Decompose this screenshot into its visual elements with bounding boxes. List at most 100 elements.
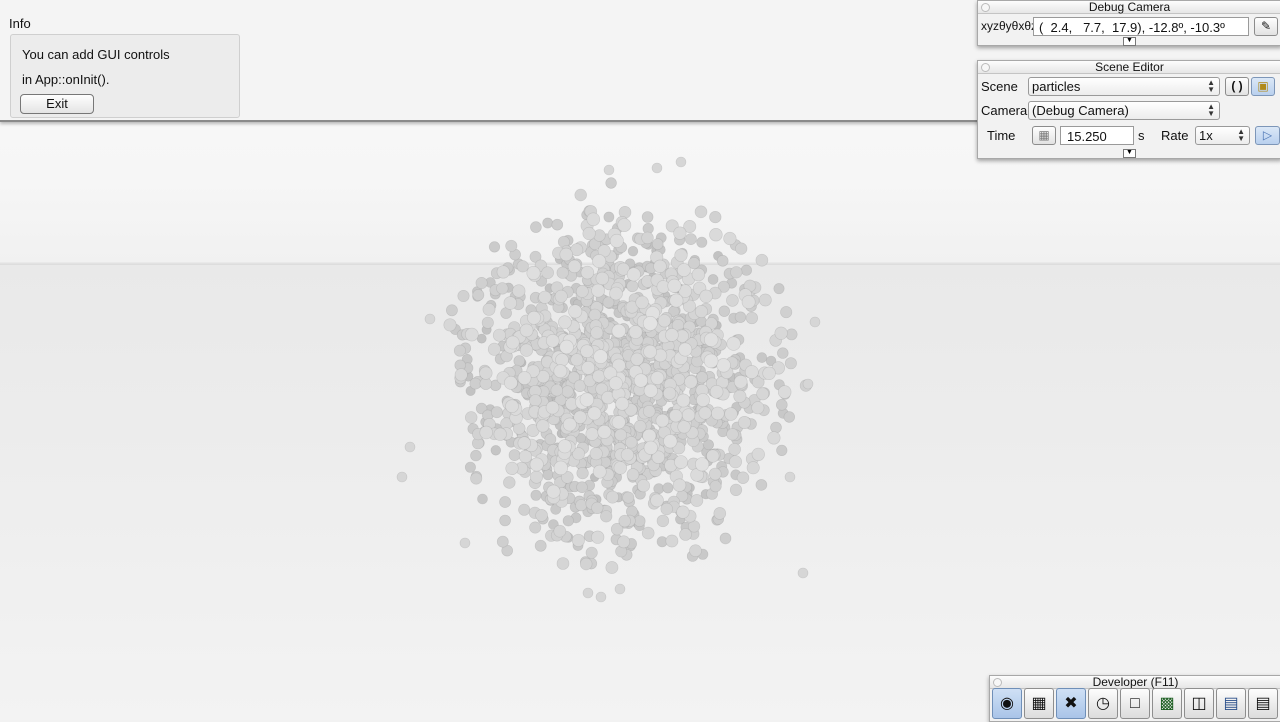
rate-select[interactable]: 1x ▲ ▼ — [1195, 126, 1250, 145]
stats-button[interactable]: ◫ — [1184, 688, 1214, 719]
particle — [580, 344, 594, 359]
particle — [617, 535, 631, 549]
clapperboard-icon: ▦ — [1031, 695, 1047, 712]
document-button[interactable]: ▤ — [1248, 688, 1278, 719]
debug-camera-title[interactable]: Debug Camera — [978, 1, 1280, 14]
particle — [667, 278, 682, 293]
particle — [679, 528, 692, 541]
particle — [595, 271, 609, 286]
particle — [614, 583, 626, 595]
particle — [802, 378, 814, 390]
particle — [695, 371, 708, 384]
scene-label: Scene — [981, 79, 1018, 94]
particle — [496, 535, 509, 548]
particle — [615, 396, 630, 411]
particle — [529, 521, 542, 534]
particle — [696, 393, 710, 407]
camera-coords-field[interactable]: ( 2.4, 7.7, 17.9), -12.8º, -10.3º — [1033, 17, 1249, 36]
particle — [734, 311, 747, 323]
particle — [424, 313, 436, 325]
copy-coords-button[interactable]: ✎ — [1254, 17, 1278, 36]
particle — [709, 480, 722, 493]
particle — [681, 408, 696, 422]
particle — [676, 505, 690, 519]
console-button[interactable]: ▩ — [1152, 688, 1182, 719]
timeline-button[interactable]: ▦ — [1032, 126, 1056, 145]
camera-button[interactable]: ◉ — [992, 688, 1022, 719]
particle — [737, 415, 751, 429]
scene-editor-title[interactable]: Scene Editor — [978, 61, 1280, 74]
particle — [733, 374, 748, 389]
particle — [706, 449, 720, 463]
particle — [710, 406, 725, 421]
particle — [609, 233, 624, 248]
time-label: Time — [987, 128, 1016, 143]
tools-button[interactable]: ✖ — [1056, 688, 1086, 719]
particle — [718, 305, 730, 317]
camera-select[interactable]: (Debug Camera) ▲ ▼ — [1028, 101, 1220, 120]
scene-button[interactable]: ▦ — [1024, 688, 1054, 719]
particle — [777, 385, 792, 399]
particle — [538, 290, 552, 304]
particle — [684, 375, 698, 389]
particle — [505, 461, 519, 476]
scene-select[interactable]: particles ▲ ▼ — [1028, 77, 1220, 96]
close-icon[interactable] — [981, 3, 990, 12]
particle — [767, 431, 781, 445]
particle — [713, 507, 727, 520]
exit-button[interactable]: Exit — [20, 94, 94, 114]
particle — [527, 310, 541, 325]
particle — [592, 369, 606, 383]
particle — [694, 205, 708, 219]
particle — [490, 445, 501, 456]
expand-toggle[interactable]: ▼ — [1123, 37, 1136, 46]
reload-icon: ( ) — [1231, 79, 1243, 93]
reload-scene-button[interactable]: ( ) — [1225, 77, 1249, 96]
particle — [726, 428, 739, 441]
profiler-button[interactable]: ▤ — [1216, 688, 1246, 719]
particle — [669, 293, 684, 308]
particle — [585, 546, 598, 559]
particle — [703, 332, 719, 347]
particle — [472, 289, 485, 301]
particle — [464, 327, 479, 342]
particle — [499, 496, 511, 508]
particle — [555, 353, 569, 367]
particle — [464, 461, 476, 473]
particle — [518, 449, 533, 464]
particle — [641, 211, 654, 223]
info-title: Info — [9, 16, 31, 31]
particle — [662, 482, 674, 494]
particle — [728, 442, 741, 456]
particle — [657, 314, 672, 328]
play-button[interactable]: ▷ — [1255, 126, 1280, 145]
particle — [809, 316, 821, 328]
time-field[interactable]: 15.250 — [1060, 126, 1134, 145]
particle — [677, 263, 691, 277]
clock-button[interactable]: ◷ — [1088, 688, 1118, 719]
particle — [542, 217, 554, 229]
particle — [477, 493, 488, 505]
lock-scene-button[interactable]: ▣ — [1251, 77, 1275, 96]
particle — [733, 389, 747, 403]
particle — [587, 406, 602, 421]
particle — [579, 557, 593, 571]
window-button[interactable]: □ — [1120, 688, 1150, 719]
particle — [630, 352, 644, 366]
particle — [556, 557, 570, 570]
particle — [676, 393, 691, 408]
close-icon[interactable] — [993, 678, 1002, 687]
expand-toggle[interactable]: ▼ — [1123, 149, 1136, 158]
particle — [628, 325, 643, 339]
particle — [785, 328, 798, 341]
particle — [597, 424, 612, 439]
particle — [655, 413, 670, 428]
particle — [694, 457, 710, 472]
particle — [581, 360, 596, 375]
particle — [614, 428, 628, 442]
close-icon[interactable] — [981, 63, 990, 72]
particle — [716, 254, 729, 267]
particle — [457, 289, 470, 302]
particle — [707, 274, 719, 285]
particle — [699, 289, 713, 303]
